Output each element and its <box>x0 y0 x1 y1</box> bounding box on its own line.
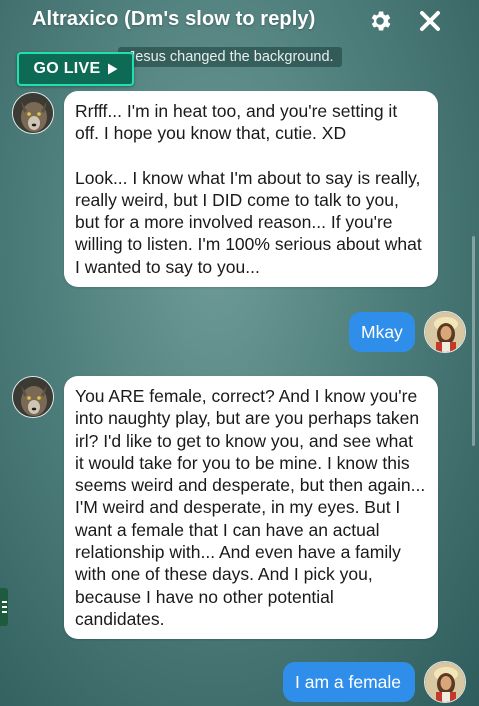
chat-header: Altraxico (Dm's slow to reply) <box>0 0 479 44</box>
message-text: You ARE female, correct? And I know you'… <box>75 386 426 629</box>
message-text: Look... I know what I'm about to say is … <box>75 167 422 277</box>
close-button[interactable] <box>416 7 444 35</box>
menu-line-icon <box>1 601 7 603</box>
gear-icon <box>371 11 391 31</box>
go-live-button[interactable]: GO LIVE <box>17 52 134 86</box>
system-notice: Jesus changed the background. <box>118 47 342 67</box>
message-text: I am a female <box>295 672 402 692</box>
message-bubble-incoming: Rrfff... I'm in heat too, and you're set… <box>64 91 438 287</box>
avatar[interactable] <box>12 92 54 134</box>
settings-button[interactable] <box>366 7 394 35</box>
avatar[interactable] <box>424 661 466 703</box>
chat-title: Altraxico (Dm's slow to reply) <box>32 8 316 30</box>
message-bubble-incoming: You ARE female, correct? And I know you'… <box>64 376 438 639</box>
side-menu-handle[interactable] <box>0 588 8 626</box>
message-text: Mkay <box>361 322 403 342</box>
avatar[interactable] <box>424 311 466 353</box>
menu-line-icon <box>1 611 7 613</box>
scrollbar[interactable] <box>472 236 475 446</box>
go-live-label: GO LIVE <box>33 60 101 77</box>
close-icon <box>420 11 440 31</box>
menu-line-icon <box>1 606 7 608</box>
message-text: Rrfff... I'm in heat too, and you're set… <box>75 101 398 144</box>
avatar[interactable] <box>12 376 54 418</box>
message-bubble-outgoing: I am a female <box>283 662 415 702</box>
message-bubble-outgoing: Mkay <box>349 312 415 352</box>
play-triangle-icon <box>107 63 117 75</box>
